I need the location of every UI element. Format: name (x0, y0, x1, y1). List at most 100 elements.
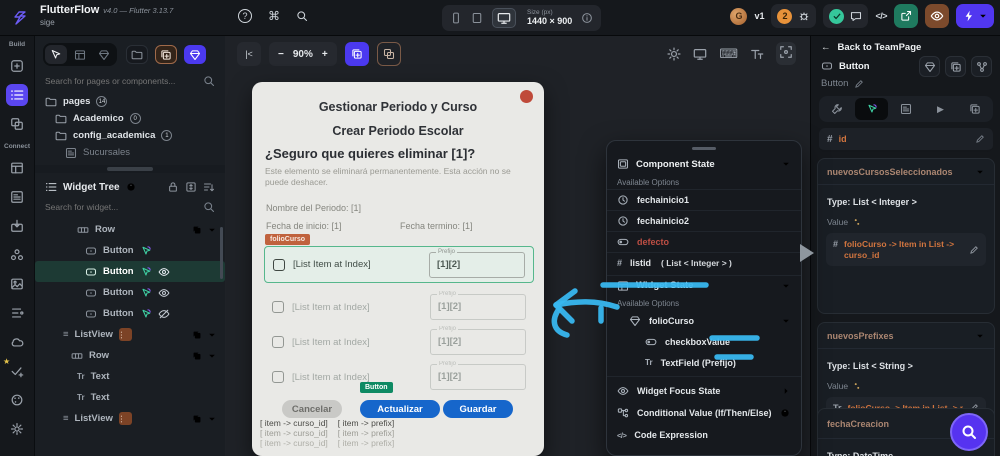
help-icon[interactable]: ? (238, 9, 252, 23)
chevron-down-icon[interactable] (975, 331, 985, 341)
flutterflow-logo[interactable] (8, 5, 32, 31)
add-widget-icon[interactable] (192, 414, 202, 424)
nav-settings-icon[interactable] (6, 418, 28, 440)
pages-search-input[interactable] (45, 76, 203, 86)
avatar[interactable]: G (730, 7, 748, 25)
config-academica-folder-row[interactable]: config_academica 1 (43, 127, 217, 144)
row-menu-chevron-icon[interactable] (207, 414, 217, 424)
prefix-textfield[interactable]: Prefijo [1][2] (430, 326, 526, 355)
pencil-icon[interactable] (969, 245, 979, 255)
add-widget-icon[interactable] (192, 225, 202, 235)
run-button[interactable] (956, 4, 994, 28)
back-to-teampage[interactable]: ← Back to TeamPage (821, 42, 921, 53)
widget-state-header[interactable]: Widget State (607, 275, 801, 295)
pages-search-icon[interactable] (203, 75, 215, 87)
tab-properties[interactable] (821, 98, 853, 120)
search-icon[interactable] (296, 10, 308, 22)
run-options-chevron-icon[interactable] (978, 11, 988, 21)
list-row[interactable]: [List Item at Index] Prefijo [1][2] (264, 325, 534, 359)
tab-state[interactable] (890, 98, 922, 120)
add-widget-icon[interactable] (192, 330, 202, 340)
tree-filter-icon[interactable] (203, 181, 215, 193)
add-widget-icon[interactable] (192, 351, 202, 361)
select-tool-icon[interactable] (45, 45, 67, 64)
widget-focus-state-item[interactable]: Widget Focus State (607, 380, 801, 402)
checkbox[interactable] (272, 301, 284, 313)
conditional-value-item[interactable]: Conditional Value (If/Then/Else) (607, 402, 801, 424)
light-mode-icon[interactable] (667, 47, 681, 61)
option-listid[interactable]: # listid ( List < Integer > ) (607, 252, 801, 273)
prefix-textfield[interactable]: Prefijo [1][2] (430, 291, 526, 320)
nav-integrations-icon[interactable] (6, 244, 28, 266)
chevron-right-icon[interactable] (781, 386, 791, 396)
tree-text-row[interactable]: Tr Text (35, 387, 225, 408)
chevron-down-icon[interactable] (781, 316, 791, 326)
widget-search-input[interactable] (45, 202, 203, 212)
canvas-clone-button[interactable] (344, 42, 369, 66)
dropdown-drag-handle[interactable] (692, 147, 716, 150)
slider-icon[interactable] (852, 217, 862, 227)
row-menu-chevron-icon[interactable] (207, 351, 217, 361)
tree-row-row[interactable]: Row (35, 219, 225, 240)
nav-components-icon[interactable] (6, 113, 28, 135)
panel-resize-divider[interactable] (35, 165, 225, 173)
zoom-out-button[interactable]: − (278, 49, 284, 60)
tree-button-row[interactable]: Button (35, 282, 225, 303)
nav-add-page-icon[interactable] (6, 55, 28, 77)
copy-widget-button[interactable] (945, 56, 966, 77)
list-row[interactable]: [List Item at Index] Prefijo [1][2] (264, 360, 534, 394)
prefix-textfield[interactable]: Prefijo [1][2] (429, 248, 525, 278)
nav-media-assets-icon[interactable] (6, 273, 28, 295)
info-icon[interactable] (780, 408, 790, 418)
update-button[interactable]: Actualizar (360, 400, 440, 418)
device-preview-icon[interactable] (693, 47, 707, 61)
widget-name-row[interactable]: Button (821, 78, 864, 89)
add-folder-button[interactable] (126, 45, 148, 64)
code-expression-item[interactable]: </> Code Expression (607, 424, 801, 446)
sucursales-component-row[interactable]: Sucursales (43, 144, 217, 161)
tab-docs[interactable] (959, 98, 991, 120)
text-scale-icon[interactable] (750, 47, 764, 61)
collapse-panel-button[interactable]: |< (237, 42, 261, 66)
visibility-eye-icon[interactable] (158, 266, 170, 278)
components-view-icon[interactable] (93, 45, 115, 64)
nav-widget-tree-icon[interactable] (6, 83, 28, 106)
option-fechainicio1[interactable]: fechainicio1 (607, 189, 801, 210)
list-row-selected[interactable]: [List Item at Index] Prefijo [1][2] (264, 246, 534, 283)
option-fechainicio2[interactable]: fechainicio2 (607, 210, 801, 231)
section-header[interactable]: nuevosPrefixes (818, 323, 994, 349)
drag-handle-icon[interactable]: ≡ (63, 413, 69, 424)
pages-folder-row[interactable]: pages 14 (43, 93, 217, 110)
chevron-down-icon[interactable] (781, 281, 791, 291)
tab-animations[interactable]: ▶ (924, 98, 956, 120)
chevron-down-icon[interactable] (975, 167, 985, 177)
tree-row-row[interactable]: Row (35, 345, 225, 366)
keyboard-icon[interactable]: ⌨ (719, 46, 738, 62)
nav-database-icon[interactable] (6, 157, 28, 179)
nav-storage-icon[interactable] (6, 215, 28, 237)
open-app-button[interactable] (894, 4, 918, 28)
row-menu-chevron-icon[interactable] (207, 330, 217, 340)
expand-collapse-icon[interactable] (185, 181, 197, 193)
make-component-button[interactable] (919, 56, 940, 77)
option-textfield-prefijo[interactable]: Tr TextField (Prefijo) (607, 352, 801, 373)
option-defecto[interactable]: defecto (607, 231, 801, 252)
nav-data-types-icon[interactable] (6, 186, 28, 208)
bug-icon[interactable] (798, 10, 810, 22)
device-tablet-button[interactable] (471, 12, 483, 24)
pencil-icon[interactable] (854, 79, 864, 89)
widget-search-icon[interactable] (203, 201, 215, 213)
canvas-widget-overlay-button[interactable] (376, 42, 401, 66)
tree-button-row[interactable]: Button (35, 303, 225, 324)
widget-tree-info-icon[interactable] (126, 182, 136, 192)
branch-widget-button[interactable] (971, 56, 992, 77)
grid-view-icon[interactable] (69, 45, 91, 64)
device-desktop-button[interactable] (492, 8, 516, 28)
slider-icon[interactable] (852, 381, 862, 391)
add-component-button[interactable] (155, 45, 177, 64)
tab-actions[interactable] (855, 98, 888, 120)
id-field[interactable]: # id (819, 128, 993, 152)
add-page-button[interactable] (184, 45, 206, 64)
section-header[interactable]: nuevosCursosSeleccionados (818, 159, 994, 185)
checkbox[interactable] (272, 371, 284, 383)
